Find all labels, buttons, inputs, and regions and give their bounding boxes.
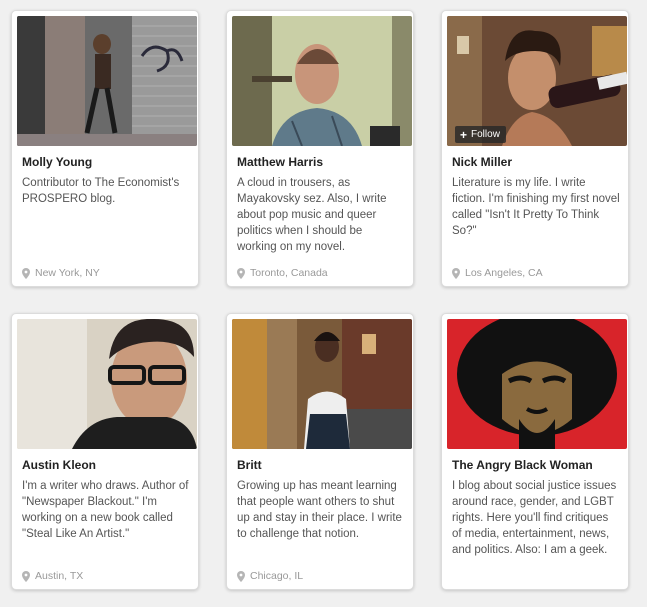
profile-card[interactable]: Austin Kleon I'm a writer who draws. Aut… bbox=[11, 313, 199, 590]
profile-photo[interactable] bbox=[17, 319, 197, 449]
profile-location: Toronto, Canada bbox=[237, 267, 405, 279]
follow-label: Follow bbox=[471, 129, 500, 140]
location-text: Toronto, Canada bbox=[250, 267, 328, 279]
plus-icon: + bbox=[460, 127, 468, 142]
location-text: Austin, TX bbox=[35, 570, 84, 582]
profile-name[interactable]: Molly Young bbox=[22, 155, 190, 169]
profile-location: Chicago, IL bbox=[237, 570, 405, 582]
profile-photo[interactable] bbox=[232, 319, 412, 449]
map-pin-icon bbox=[237, 267, 245, 279]
profile-photo[interactable] bbox=[447, 319, 627, 449]
profile-card[interactable]: Matthew Harris A cloud in trousers, as M… bbox=[226, 10, 414, 287]
profile-bio: Contributor to The Economist's PROSPERO … bbox=[22, 177, 180, 205]
profile-bio: I blog about social justice issues aroun… bbox=[452, 480, 617, 556]
profile-photo[interactable] bbox=[17, 16, 197, 146]
profile-card[interactable]: The Angry Black Woman I blog about socia… bbox=[441, 313, 629, 590]
profile-bio: Literature is my life. I write fiction. … bbox=[452, 177, 620, 237]
profile-photo[interactable]: + Follow bbox=[447, 16, 627, 146]
profile-card[interactable]: + Follow Nick Miller Literature is my li… bbox=[441, 10, 629, 287]
profile-location: Los Angeles, CA bbox=[452, 267, 620, 279]
profile-card[interactable]: Molly Young Contributor to The Economist… bbox=[11, 10, 199, 287]
profile-name[interactable]: The Angry Black Woman bbox=[452, 458, 620, 472]
follow-button[interactable]: + Follow bbox=[455, 126, 506, 143]
location-text: New York, NY bbox=[35, 267, 100, 279]
map-pin-icon bbox=[22, 267, 30, 279]
profile-name[interactable]: Matthew Harris bbox=[237, 155, 405, 169]
profile-location: New York, NY bbox=[22, 267, 190, 279]
profile-photo[interactable] bbox=[232, 16, 412, 146]
profile-bio: A cloud in trousers, as Mayakovsky sez. … bbox=[237, 177, 387, 253]
location-text: Chicago, IL bbox=[250, 570, 304, 582]
profile-name[interactable]: Austin Kleon bbox=[22, 458, 190, 472]
map-pin-icon bbox=[22, 570, 30, 582]
profile-bio: Growing up has meant learning that peopl… bbox=[237, 480, 402, 540]
map-pin-icon bbox=[237, 570, 245, 582]
map-pin-icon bbox=[452, 267, 460, 279]
profile-location: Austin, TX bbox=[22, 570, 190, 582]
profile-card[interactable]: Britt Growing up has meant learning that… bbox=[226, 313, 414, 590]
profile-name[interactable]: Britt bbox=[237, 458, 405, 472]
profile-bio: I'm a writer who draws. Author of "Newsp… bbox=[22, 480, 189, 540]
location-text: Los Angeles, CA bbox=[465, 267, 543, 279]
profile-name[interactable]: Nick Miller bbox=[452, 155, 620, 169]
